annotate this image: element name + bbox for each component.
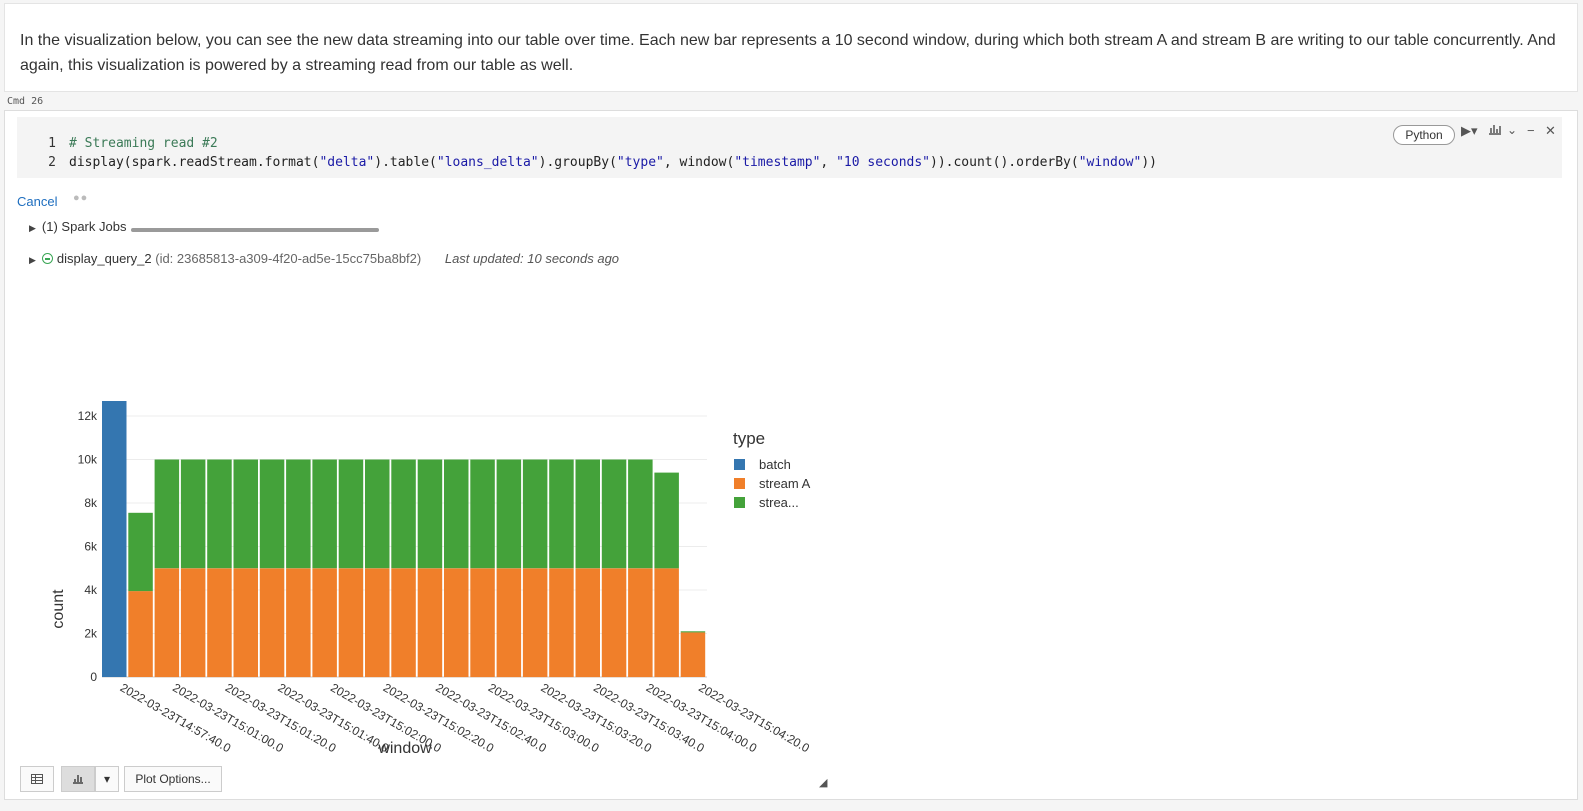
bar-segment — [522, 568, 548, 678]
legend-label: stream A — [759, 476, 811, 491]
bar-segment — [575, 568, 600, 678]
bar-segment — [496, 459, 522, 569]
bar-segment — [444, 459, 469, 569]
chevron-down-icon[interactable]: ⌄ — [1507, 123, 1517, 137]
bar-segment — [312, 568, 337, 678]
caret-right-icon: ▶ — [29, 255, 36, 265]
bar-segment — [128, 591, 153, 677]
bar-chart-icon — [73, 775, 83, 784]
spark-jobs-progress — [131, 228, 379, 232]
bar-segment — [391, 568, 416, 678]
bar-segment — [549, 459, 574, 569]
chart-view-button[interactable] — [61, 766, 95, 792]
bar-segment — [522, 459, 548, 569]
plot-options-button[interactable]: Plot Options... — [124, 766, 222, 792]
y-tick-label: 6k — [84, 540, 98, 554]
query-name: display_query_2 — [56, 251, 152, 266]
bar-segment — [286, 459, 311, 569]
cmd-label: Cmd 26 — [7, 96, 44, 107]
bar-segment — [628, 568, 653, 678]
y-tick-label: 10k — [78, 453, 98, 467]
code-line-2: display(spark.readStream.format("delta")… — [69, 155, 1157, 170]
bar-segment — [470, 459, 495, 569]
bar-segment — [233, 568, 258, 678]
y-tick-label: 0 — [90, 670, 97, 684]
running-indicator: ●● — [73, 192, 89, 204]
legend-label: strea... — [759, 495, 799, 510]
code-editor[interactable]: 1 2 # Streaming read #2 display(spark.re… — [17, 117, 1562, 178]
bar-segment — [233, 459, 258, 569]
streaming-status-icon — [41, 253, 53, 264]
line-number: 2 — [48, 155, 56, 170]
bar-segment — [654, 472, 679, 569]
legend-swatch — [734, 497, 745, 508]
bar-segment — [180, 568, 206, 678]
caret-down-icon: ▾ — [103, 772, 111, 786]
bar-segment — [654, 568, 679, 678]
markdown-cell: In the visualization below, you can see … — [4, 3, 1578, 92]
resize-handle-icon[interactable]: ◢ — [819, 776, 827, 789]
query-row[interactable]: ▶ display_query_2 (id: 23685813-a309-4f20… — [29, 251, 619, 266]
bar-segment — [154, 568, 180, 678]
bar-segment — [365, 568, 390, 678]
table-icon — [31, 774, 43, 784]
chart-type-dropdown[interactable]: ▾ — [95, 766, 119, 792]
bar-segment — [338, 568, 364, 678]
code-line-1: # Streaming read #2 — [69, 136, 218, 151]
bar-segment — [286, 568, 311, 678]
cancel-button[interactable]: Cancel — [17, 194, 57, 209]
bar-segment — [680, 631, 706, 633]
bar-segment — [207, 568, 232, 678]
stacked-bar-chart: 02k4k6k8k10k12k14k2022-03-23T14:57:40.02… — [5, 401, 835, 761]
minimize-icon[interactable]: − — [1527, 123, 1535, 138]
spark-jobs-label: (1) Spark Jobs — [41, 219, 127, 234]
y-tick-label: 8k — [84, 496, 98, 510]
line-number: 1 — [48, 136, 56, 151]
run-icon[interactable]: ▶▾ — [1461, 123, 1478, 139]
bar-segment — [628, 459, 653, 569]
markdown-text: In the visualization below, you can see … — [20, 32, 1556, 74]
bar-segment — [444, 568, 469, 678]
bar-segment — [259, 568, 285, 678]
bar-segment — [496, 568, 522, 678]
bar-segment — [128, 512, 153, 592]
bar-segment — [312, 459, 337, 569]
legend-title: type — [733, 429, 765, 448]
spark-jobs-toggle[interactable]: ▶ (1) Spark Jobs — [29, 219, 126, 234]
legend-swatch — [734, 478, 745, 489]
bar-segment — [549, 568, 574, 678]
query-id: (id: 23685813-a309-4f20-ad5e-15cc75ba8bf… — [155, 251, 422, 266]
y-tick-label: 4k — [84, 583, 98, 597]
bar-segment — [207, 459, 232, 569]
tick-label-mask — [5, 759, 835, 761]
bar-segment — [680, 632, 706, 677]
bar-segment — [470, 568, 495, 678]
language-selector[interactable]: Python — [1393, 125, 1455, 145]
y-axis-title: count — [50, 589, 67, 629]
y-tick-label: 12k — [78, 409, 98, 423]
bar-segment — [102, 401, 127, 677]
bar-segment — [417, 568, 443, 678]
bar-segment — [259, 459, 285, 569]
bar-segment — [601, 459, 627, 569]
bar-segment — [365, 459, 390, 569]
last-updated: Last updated: 10 seconds ago — [444, 251, 620, 266]
chart-icon[interactable] — [1488, 123, 1502, 138]
bar-segment — [575, 459, 600, 569]
caret-right-icon: ▶ — [29, 223, 36, 233]
bar-segment — [338, 459, 364, 569]
bar-segment — [391, 459, 416, 569]
table-view-button[interactable] — [20, 766, 54, 792]
code-cell: 1 2 # Streaming read #2 display(spark.re… — [4, 110, 1578, 800]
legend-label: batch — [759, 457, 791, 472]
close-icon[interactable]: ✕ — [1545, 123, 1556, 139]
legend-swatch — [734, 459, 745, 470]
x-axis-title: window — [377, 740, 432, 757]
bar-segment — [601, 568, 627, 678]
y-tick-label: 2k — [84, 627, 98, 641]
bar-segment — [180, 459, 206, 569]
bar-segment — [417, 459, 443, 569]
bar-segment — [154, 459, 180, 569]
